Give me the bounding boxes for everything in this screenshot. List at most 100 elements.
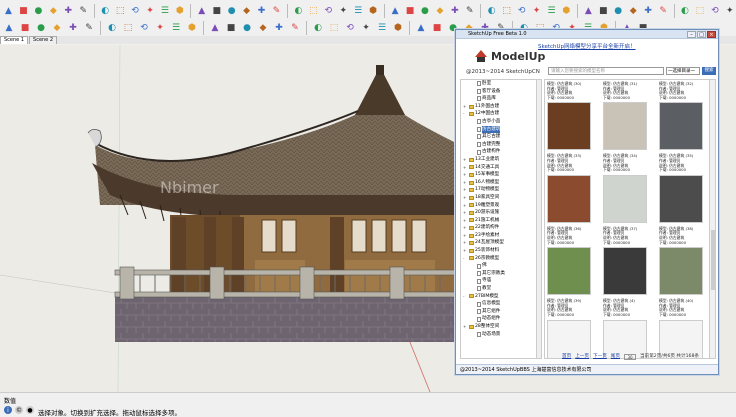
model-thumbnail[interactable] bbox=[603, 247, 647, 296]
look-around-icon[interactable]: ☰ bbox=[375, 21, 389, 35]
house-icon[interactable]: ▲ bbox=[2, 21, 16, 35]
pan-icon[interactable]: ⟲ bbox=[322, 4, 335, 18]
tree-expander[interactable]: + bbox=[463, 239, 468, 247]
tree-folder[interactable]: +28整体空间 bbox=[461, 323, 541, 331]
tree-expander[interactable]: + bbox=[463, 194, 468, 202]
model-thumbnail[interactable] bbox=[547, 102, 591, 151]
monochrome-icon[interactable]: ■ bbox=[224, 21, 238, 35]
tree-folder[interactable]: +23手绘素材 bbox=[461, 232, 541, 240]
protractor-icon[interactable]: ◆ bbox=[240, 4, 253, 18]
tree-leaf[interactable]: 佛 bbox=[461, 262, 541, 270]
tree-expander[interactable]: + bbox=[463, 209, 468, 217]
plugin-titlebar[interactable]: SketchUp Free Beta 1.0 – □ × bbox=[456, 30, 718, 39]
tree-folder[interactable]: +19雕塑景观 bbox=[461, 202, 541, 210]
tree-leaf[interactable]: 古建构件 bbox=[461, 148, 541, 156]
front-view-icon[interactable]: ◆ bbox=[50, 21, 64, 35]
model-card[interactable]: 模型: 仿古建筑 (33) 作者: 管理员 说明: 仿古建筑 下载: 0000000 bbox=[547, 154, 597, 223]
tree-expander[interactable]: - bbox=[463, 293, 468, 301]
model-card[interactable]: 模型: 仿古建筑 (39) 作者: 管理员 说明: 仿古建筑 下载: 0000000 bbox=[547, 299, 597, 358]
model-card[interactable]: 模型: 仿古建筑 (35) 作者: 管理员 说明: 仿古建筑 下载: 0000000 bbox=[659, 154, 709, 223]
component-icon[interactable]: ✎ bbox=[463, 4, 476, 18]
styles-icon[interactable]: ✦ bbox=[530, 4, 543, 18]
move-icon[interactable]: ✦ bbox=[144, 4, 157, 18]
outer-shell-icon[interactable]: ⟲ bbox=[343, 21, 357, 35]
tree-folder[interactable]: +13工业建筑 bbox=[461, 156, 541, 164]
tree-expander[interactable]: + bbox=[463, 179, 468, 187]
model-card[interactable]: 模型: 仿古建筑 (30) 作者: 管理员 说明: 仿古建筑 下载: 0000000 bbox=[547, 81, 597, 151]
last-page-link[interactable]: 尾页 bbox=[611, 353, 620, 361]
model-thumbnail[interactable] bbox=[603, 102, 647, 151]
announcement-link[interactable]: SketchUp网络模型分享平台全新开启！ bbox=[538, 42, 636, 50]
group-icon[interactable]: ◐ bbox=[485, 4, 498, 18]
arc-icon[interactable]: ✚ bbox=[62, 4, 75, 18]
dimension-icon[interactable]: ● bbox=[225, 4, 238, 18]
eraser-icon[interactable]: ■ bbox=[17, 4, 30, 18]
scenes-icon[interactable]: ▲ bbox=[582, 4, 595, 18]
tree-folder[interactable]: - 12中国古建 bbox=[461, 110, 541, 118]
prev-page-link[interactable]: 上一页 bbox=[575, 353, 589, 361]
tree-leaf[interactable]: 卧室 bbox=[461, 80, 541, 88]
tree-leaf[interactable]: 其它组件 bbox=[461, 308, 541, 316]
next-page-link[interactable]: 下一页 bbox=[593, 353, 607, 361]
tree-expander[interactable]: + bbox=[463, 247, 468, 255]
tree-leaf[interactable]: 寺庙 bbox=[461, 277, 541, 285]
tree-leaf[interactable]: 古建完整 bbox=[461, 141, 541, 149]
subtract-icon[interactable]: ✎ bbox=[288, 21, 302, 35]
tree-folder[interactable]: +25装饰材料 bbox=[461, 247, 541, 255]
xray-icon[interactable]: ⬚ bbox=[121, 21, 135, 35]
model-card[interactable]: 模型: 仿古建筑 (31) 作者: 管理员 说明: 仿古建筑 下载: 0000000 bbox=[603, 81, 653, 151]
tree-leaf[interactable]: 动态组件 bbox=[461, 315, 541, 323]
shadows-icon[interactable]: ☰ bbox=[545, 4, 558, 18]
page-number-input[interactable]: 30 bbox=[624, 354, 636, 360]
credits-icon[interactable]: © bbox=[15, 406, 23, 414]
tree-leaf[interactable]: 古亭小品 bbox=[461, 118, 541, 126]
tree-expander[interactable]: + bbox=[463, 232, 468, 240]
position-camera-icon[interactable]: ⬢ bbox=[391, 21, 405, 35]
rotate-icon[interactable]: ☰ bbox=[158, 4, 171, 18]
tree-folder[interactable]: +17动物模型 bbox=[461, 186, 541, 194]
tree-leaf[interactable]: 商品库 bbox=[461, 95, 541, 103]
intersect-icon[interactable]: ◆ bbox=[256, 21, 270, 35]
tree-folder[interactable]: +20游乐设施 bbox=[461, 209, 541, 217]
wireframe-icon[interactable]: ✦ bbox=[153, 21, 167, 35]
zoom-icon[interactable]: ✦ bbox=[337, 4, 350, 18]
tree-leaf[interactable]: 动态场景 bbox=[461, 331, 541, 339]
tree-folder[interactable]: +18家具空间 bbox=[461, 194, 541, 202]
tree-folder[interactable]: +14交通工具 bbox=[461, 164, 541, 172]
grid-scrollbar[interactable] bbox=[709, 80, 715, 358]
warehouse-icon[interactable]: ◆ bbox=[627, 4, 640, 18]
scale-icon[interactable]: ▲ bbox=[195, 4, 208, 18]
axes-icon[interactable]: ✎ bbox=[270, 4, 283, 18]
field-of-view-icon[interactable]: ▲ bbox=[414, 21, 428, 35]
tree-expander[interactable]: - bbox=[463, 255, 468, 263]
line-icon[interactable]: ◆ bbox=[47, 4, 60, 18]
pause-icon[interactable]: ● bbox=[418, 4, 431, 18]
follow-me-icon[interactable]: ● bbox=[240, 21, 254, 35]
shaded-icon[interactable]: ⬢ bbox=[185, 21, 199, 35]
tree-expander[interactable]: + bbox=[463, 202, 468, 210]
back-view-icon[interactable]: ✎ bbox=[82, 21, 96, 35]
tree-folder[interactable]: +16人物模型 bbox=[461, 179, 541, 187]
tree-expander[interactable]: + bbox=[463, 156, 468, 164]
export-icon[interactable]: ✎ bbox=[657, 4, 670, 18]
model-thumbnail[interactable] bbox=[603, 174, 647, 223]
previous-view-icon[interactable]: ▲ bbox=[389, 4, 402, 18]
stop-icon[interactable]: ◆ bbox=[433, 4, 446, 18]
add-location-icon[interactable]: ■ bbox=[430, 21, 444, 35]
pencil-icon[interactable]: ● bbox=[32, 4, 45, 18]
ruby-icon[interactable]: ● bbox=[612, 4, 625, 18]
sandbox-icon[interactable]: ⟲ bbox=[708, 4, 721, 18]
search-button[interactable]: 搜索 bbox=[702, 67, 716, 75]
split-icon[interactable]: ⬚ bbox=[327, 21, 341, 35]
model-card[interactable]: 模型: 仿古建筑 (38) 作者: 管理员 说明: 仿古建筑 下载: 0000000 bbox=[659, 226, 709, 296]
zoom-extents-icon[interactable]: ⬢ bbox=[367, 4, 380, 18]
model-card[interactable]: 模型: 仿古建筑 (32) 作者: 管理员 说明: 仿古建筑 下载: 0000000 bbox=[659, 81, 709, 151]
model-thumbnail[interactable] bbox=[547, 247, 591, 296]
model-card[interactable]: 模型: 仿古建筑 (4) 作者: 管理员 说明: 仿古建筑 下载: 0000000 bbox=[603, 299, 653, 358]
walk-icon[interactable]: ✦ bbox=[359, 21, 373, 35]
model-card[interactable]: 模型: 仿古建筑 (37) 作者: 管理员 说明: 仿古建筑 下载: 0000000 bbox=[603, 226, 653, 296]
category-tree[interactable]: 卧室 客厅设备 商品库 +11外国古建 -12中国古建 古亭小品 仿古建筑 其它古建 古建完整古… bbox=[460, 79, 542, 359]
tree-expander[interactable]: + bbox=[463, 103, 468, 111]
tree-leaf[interactable]: 其它宗教类 bbox=[461, 270, 541, 278]
model-card[interactable]: 模型: 仿古建筑 (34) 作者: 管理员 说明: 仿古建筑 下载: 0000000 bbox=[603, 154, 653, 223]
